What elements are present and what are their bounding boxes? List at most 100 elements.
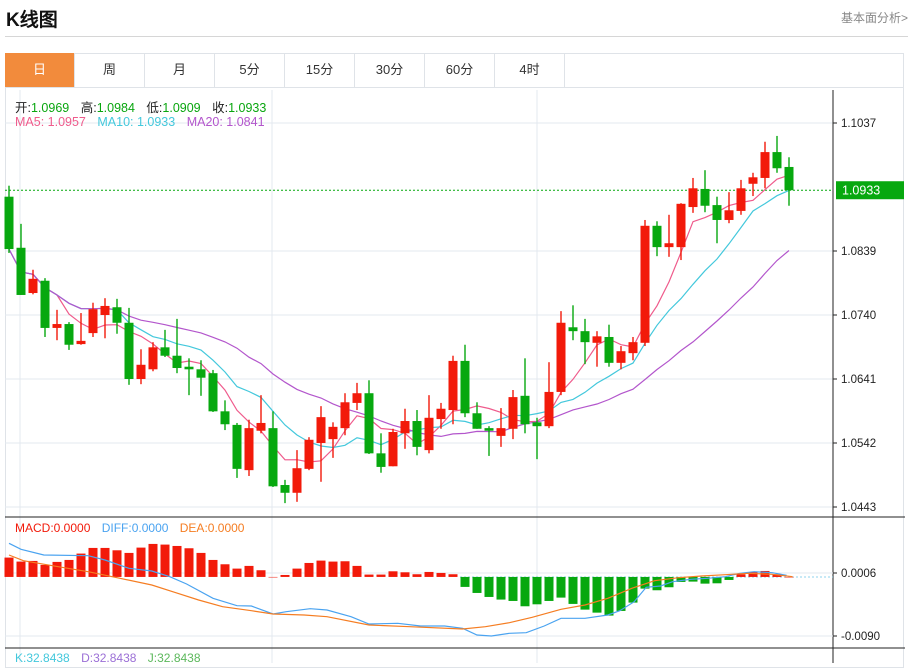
macd-bar xyxy=(4,557,14,577)
candle-up xyxy=(388,432,398,467)
price-tick-label: 1.1037 xyxy=(841,118,876,130)
candle-down xyxy=(268,428,278,487)
macd-bar xyxy=(184,548,194,577)
macd-bar xyxy=(292,568,302,577)
candle-up xyxy=(688,188,698,208)
candle-down xyxy=(700,188,710,206)
ma20-legend: MA20: 1.0841 xyxy=(186,115,265,129)
low-label: 低: xyxy=(146,101,163,115)
macd-bar xyxy=(160,544,170,577)
candle-down xyxy=(4,196,14,250)
diff-value: DIFF:0.0000 xyxy=(101,521,169,535)
macd-bar xyxy=(136,547,146,577)
candle-up xyxy=(556,322,566,392)
candle-down xyxy=(472,413,482,429)
candle-down xyxy=(712,205,722,220)
candle-up xyxy=(436,408,446,420)
ohlc-readout: 开:1.0969 高:1.0984 低:1.0909 收:1.0933 xyxy=(15,97,274,116)
candle-up xyxy=(100,305,110,315)
candle-down xyxy=(460,360,470,414)
candle-up xyxy=(148,347,158,370)
macd-bar xyxy=(532,576,542,605)
candle-down xyxy=(64,324,74,345)
price-tick-label: 1.0740 xyxy=(841,310,876,322)
candle-up xyxy=(448,360,458,411)
macd-bar xyxy=(40,564,50,577)
price-tick-label: 1.0641 xyxy=(841,374,876,386)
candle-up xyxy=(736,188,746,211)
close-value: 1.0933 xyxy=(228,101,267,115)
macd-bar xyxy=(412,574,422,577)
ma10-legend: MA10: 1.0933 xyxy=(97,115,176,129)
high-label: 高: xyxy=(80,101,97,115)
candle-down xyxy=(532,422,542,427)
macd-bar xyxy=(424,571,434,577)
macd-bar xyxy=(556,576,566,598)
macd-bar xyxy=(220,564,230,577)
candle-down xyxy=(196,369,206,378)
candle-up xyxy=(676,203,686,248)
candle-up xyxy=(28,278,38,294)
price-tick-label: 1.0839 xyxy=(841,246,876,258)
macd-bar xyxy=(544,576,554,601)
candle-down xyxy=(112,307,122,323)
macd-bar xyxy=(724,576,734,580)
macd-bar xyxy=(280,574,290,577)
candle-up xyxy=(628,342,638,354)
candle-down xyxy=(16,247,26,295)
macd-tick-label: -0.0090 xyxy=(841,631,880,643)
macd-bar xyxy=(376,574,386,577)
candle-up xyxy=(724,210,734,220)
candle-down xyxy=(220,411,230,425)
open-label: 开: xyxy=(15,101,31,115)
macd-bar xyxy=(172,545,182,577)
candle-down xyxy=(568,327,578,332)
candle-down xyxy=(160,347,170,356)
candle-up xyxy=(340,402,350,429)
candle-up xyxy=(304,439,314,469)
candle-up xyxy=(616,351,626,363)
candle-down xyxy=(652,225,662,248)
candle-up xyxy=(256,422,266,431)
candle-up xyxy=(136,364,146,379)
macd-bar xyxy=(592,576,602,613)
macd-bar xyxy=(52,561,62,577)
macd-bar xyxy=(364,574,374,577)
candle-down xyxy=(784,166,794,191)
candle-up xyxy=(508,397,518,429)
macd-bar xyxy=(436,572,446,577)
macd-bar xyxy=(652,576,662,591)
price-tick-label: 1.0443 xyxy=(841,502,876,514)
candle-down xyxy=(604,336,614,363)
macd-bar xyxy=(304,562,314,577)
candle-down xyxy=(376,453,386,467)
high-value: 1.0984 xyxy=(96,101,135,115)
candle-up xyxy=(352,393,362,403)
macd-bar xyxy=(400,572,410,577)
macd-bar xyxy=(208,559,218,577)
macd-bar xyxy=(448,574,458,577)
price-tick-label: 1.0542 xyxy=(841,438,876,450)
candle-down xyxy=(364,393,374,454)
candle-down xyxy=(484,428,494,431)
candle-up xyxy=(664,243,674,248)
candle-down xyxy=(172,355,182,369)
macd-bar xyxy=(244,565,254,577)
macd-bar xyxy=(16,561,26,577)
last-price-label: 1.0933 xyxy=(842,184,880,198)
macd-bar xyxy=(76,553,86,577)
macd-bar xyxy=(568,576,578,604)
macd-bar xyxy=(196,552,206,577)
ma5-line xyxy=(8,174,790,463)
macd-bar xyxy=(328,561,338,577)
candle-up xyxy=(292,468,302,493)
macd-value: MACD:0.0000 xyxy=(15,521,91,535)
candle-up xyxy=(52,324,62,328)
close-label: 收: xyxy=(212,101,229,115)
candle-up xyxy=(76,340,86,345)
candle-up xyxy=(316,417,326,443)
candle-down xyxy=(772,152,782,169)
candle-up xyxy=(760,152,770,178)
candle-up xyxy=(400,421,410,434)
candle-up xyxy=(592,336,602,343)
